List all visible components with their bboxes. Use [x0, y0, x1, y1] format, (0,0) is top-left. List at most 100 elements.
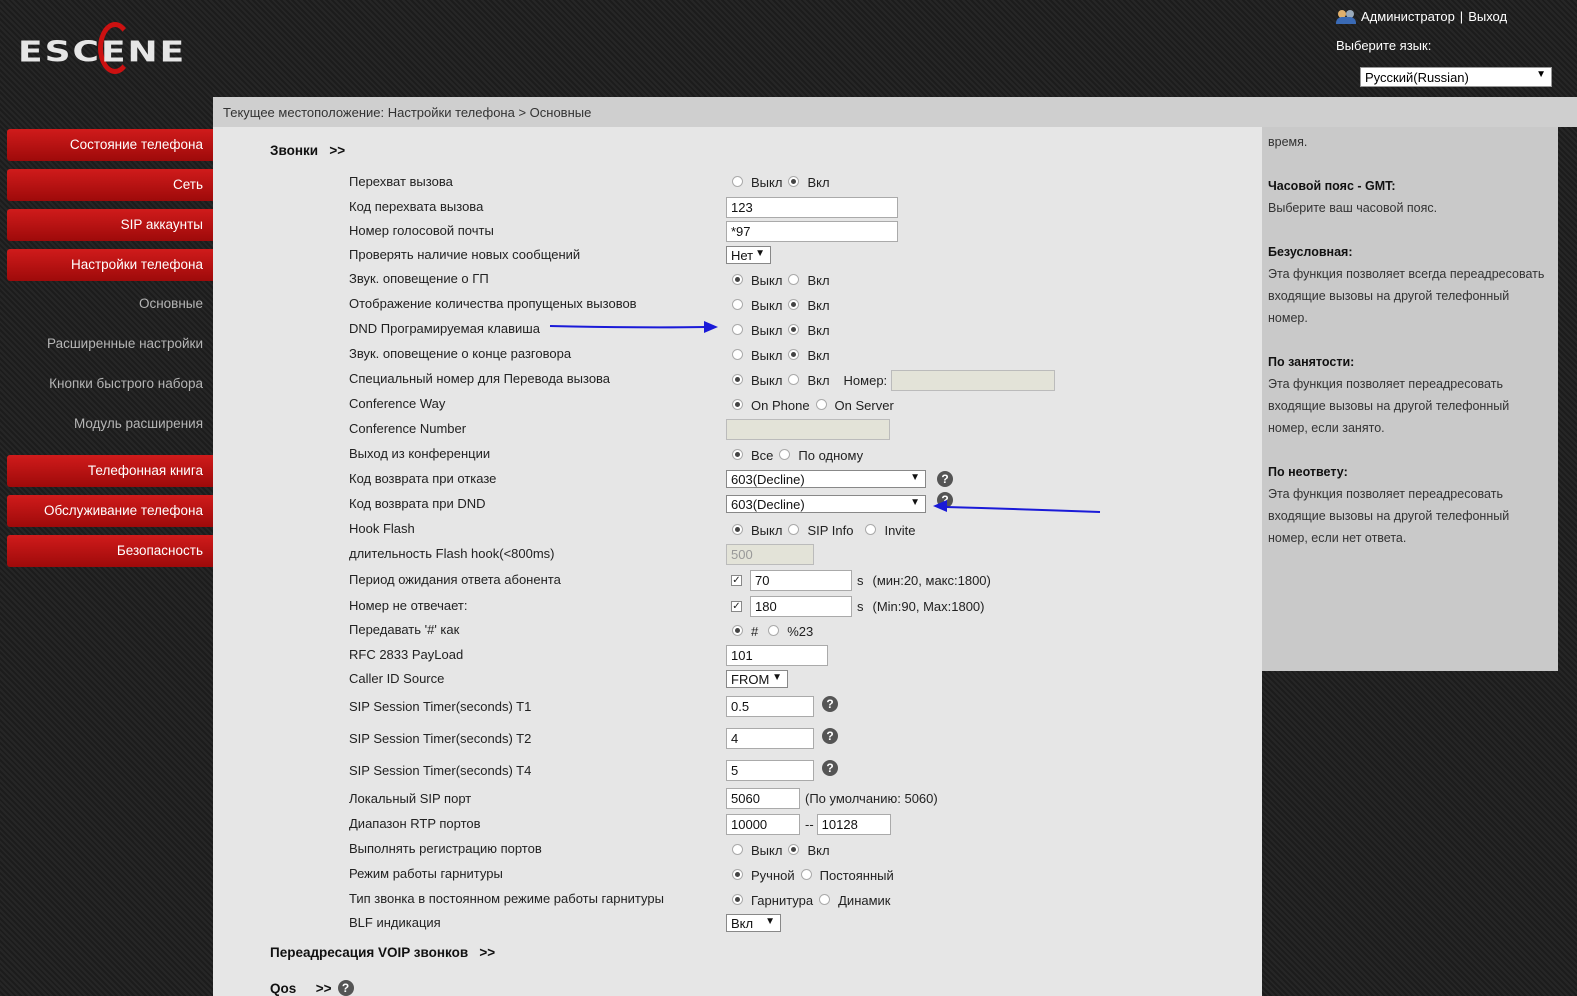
headset-manual-radio[interactable] — [732, 869, 743, 880]
local-sip-port-label: Локальный SIP порт — [349, 791, 472, 806]
help-icon[interactable]: ? — [822, 727, 838, 744]
flash-duration-input[interactable]: 500 — [726, 544, 814, 565]
port-reg-on-radio[interactable] — [788, 844, 800, 855]
no-answer-checkbox[interactable]: ✓ — [731, 601, 742, 612]
radio-label: On Phone — [751, 398, 810, 413]
nav-phonebook[interactable]: Телефонная книга — [7, 455, 213, 487]
radio-label: Вкл — [807, 373, 830, 388]
help-tz-title: Часовой пояс - GMT: — [1268, 179, 1396, 193]
section-voip-forward-title: Переадресация VOIP звонков — [270, 945, 469, 960]
nav-sub-advanced[interactable]: Расширенные настройки — [7, 336, 203, 351]
nav-sub-speed-dial[interactable]: Кнопки быстрого набора — [7, 376, 203, 391]
rtp-to-input[interactable]: 10128 — [816, 814, 891, 835]
blf-select[interactable]: Вкл ▼ — [726, 914, 781, 932]
conference-exit-all-radio[interactable] — [732, 449, 743, 460]
local-sip-port-input[interactable]: 5060 — [726, 788, 800, 809]
conference-way-label: Conference Way — [349, 396, 446, 411]
radio-label: Динамик — [838, 893, 891, 908]
dnd-key-on-radio[interactable] — [788, 324, 800, 335]
answer-wait-checkbox[interactable]: ✓ — [731, 575, 742, 586]
logo-text: ESCENE — [18, 36, 187, 69]
nav-network[interactable]: Сеть — [7, 169, 213, 201]
conference-on-server-radio[interactable] — [815, 399, 827, 410]
help-icon[interactable]: ? — [822, 695, 838, 712]
language-select[interactable]: Русский(Russian) ▼ — [1360, 67, 1552, 87]
radio-label: Вкл — [807, 843, 830, 858]
ring-headset-radio[interactable] — [732, 894, 743, 905]
hook-flash-off-radio[interactable] — [732, 524, 743, 535]
rfc2833-input[interactable]: 101 — [726, 645, 828, 666]
end-call-sound-off-radio[interactable] — [732, 349, 743, 360]
ring-speaker-radio[interactable] — [819, 894, 831, 905]
t2-label: SIP Session Timer(seconds) T2 — [349, 731, 532, 746]
caller-id-source-select[interactable]: FROM ▼ — [726, 670, 788, 688]
missed-count-on-radio[interactable] — [788, 299, 800, 310]
ring-type-label: Тип звонка в постоянном режиме работы га… — [349, 891, 664, 906]
conference-on-phone-radio[interactable] — [732, 399, 743, 410]
send-hash-pct23-radio[interactable] — [768, 625, 780, 636]
nav-phone-status[interactable]: Состояние телефона — [7, 129, 213, 161]
t4-input[interactable]: 5 — [726, 760, 814, 781]
section-calls-expand[interactable]: >> — [329, 143, 345, 158]
sound-gp-off-radio[interactable] — [732, 274, 743, 285]
voicemail-number-input[interactable]: *97 — [726, 221, 898, 242]
missed-count-off-radio[interactable] — [732, 299, 743, 310]
call-pickup-label: Перехват вызова — [349, 174, 453, 189]
reject-code-select[interactable]: 603(Decline) ▼ — [726, 470, 926, 488]
radio-label: Вкл — [807, 323, 830, 338]
nav-phone-settings[interactable]: Настройки телефона — [7, 249, 213, 281]
section-voip-forward-expand[interactable]: >> — [479, 945, 495, 960]
nav-maintenance[interactable]: Обслуживание телефона — [7, 495, 213, 527]
answer-wait-input[interactable]: 70 — [750, 570, 852, 591]
hook-flash-invite-radio[interactable] — [865, 524, 877, 535]
chevron-down-icon: ▼ — [1536, 69, 1546, 80]
pickup-code-input[interactable]: 123 — [726, 197, 898, 218]
t1-input[interactable]: 0.5 — [726, 696, 814, 717]
radio-label: Выкл — [751, 373, 783, 388]
hook-flash-sip-info-radio[interactable] — [788, 524, 800, 535]
no-answer-input[interactable]: 180 — [750, 596, 852, 617]
conference-exit-one-radio[interactable] — [779, 449, 791, 460]
breadcrumb: Текущее местоположение: Настройки телефо… — [213, 97, 1577, 127]
headset-permanent-radio[interactable] — [800, 869, 812, 880]
help-busy-title: По занятости: — [1268, 355, 1355, 369]
end-call-sound-on-radio[interactable] — [788, 349, 800, 360]
sound-gp-on-radio[interactable] — [788, 274, 800, 285]
nav-sub-basic[interactable]: Основные — [7, 296, 203, 311]
rfc2833-label: RFC 2833 PayLoad — [349, 647, 464, 662]
help-icon[interactable]: ? — [822, 759, 838, 776]
dnd-key-off-radio[interactable] — [732, 324, 743, 335]
call-pickup-off-radio[interactable] — [732, 176, 743, 187]
flash-duration-label: длительность Flash hook(<800ms) — [349, 546, 555, 561]
help-icon[interactable]: ? — [937, 471, 953, 487]
t2-input[interactable]: 4 — [726, 728, 814, 749]
radio-label: Вкл — [807, 175, 830, 190]
nav-sip-accounts[interactable]: SIP аккаунты — [7, 209, 213, 241]
nav-sub-ext-module[interactable]: Модуль расширения — [7, 416, 203, 431]
chevron-down-icon: ▼ — [910, 497, 920, 508]
nav-security[interactable]: Безопасность — [7, 535, 213, 567]
section-qos-expand[interactable]: >> — [316, 981, 332, 996]
send-hash-hash-radio[interactable] — [732, 625, 743, 636]
port-reg-off-radio[interactable] — [732, 844, 743, 855]
radio-label: Вкл — [807, 298, 830, 313]
call-pickup-on-radio[interactable] — [788, 176, 800, 187]
select-value: Вкл — [731, 916, 754, 931]
section-calls[interactable]: Звонки >> — [270, 143, 345, 158]
answer-wait-hint: (мин:20, макс:1800) — [872, 573, 991, 588]
rtp-from-input[interactable]: 10000 — [726, 814, 800, 835]
logout-link[interactable]: Выход — [1468, 9, 1507, 24]
conference-number-input[interactable] — [726, 419, 890, 440]
help-icon[interactable]: ? — [337, 980, 354, 996]
section-qos[interactable]: Qos >> ? — [270, 980, 354, 996]
help-tz-text: Выберите ваш часовой пояс. — [1268, 201, 1438, 215]
transfer-on-radio[interactable] — [788, 374, 800, 385]
transfer-number-input[interactable] — [891, 370, 1056, 391]
chevron-down-icon: ▼ — [772, 672, 782, 683]
check-messages-select[interactable]: Нет ▼ — [726, 246, 771, 264]
help-icon[interactable]: ? — [937, 492, 953, 508]
section-voip-forward[interactable]: Переадресация VOIP звонков >> — [270, 945, 495, 960]
dnd-code-select[interactable]: 603(Decline) ▼ — [726, 495, 926, 513]
admin-link[interactable]: Администратор — [1361, 9, 1455, 24]
transfer-off-radio[interactable] — [732, 374, 743, 385]
